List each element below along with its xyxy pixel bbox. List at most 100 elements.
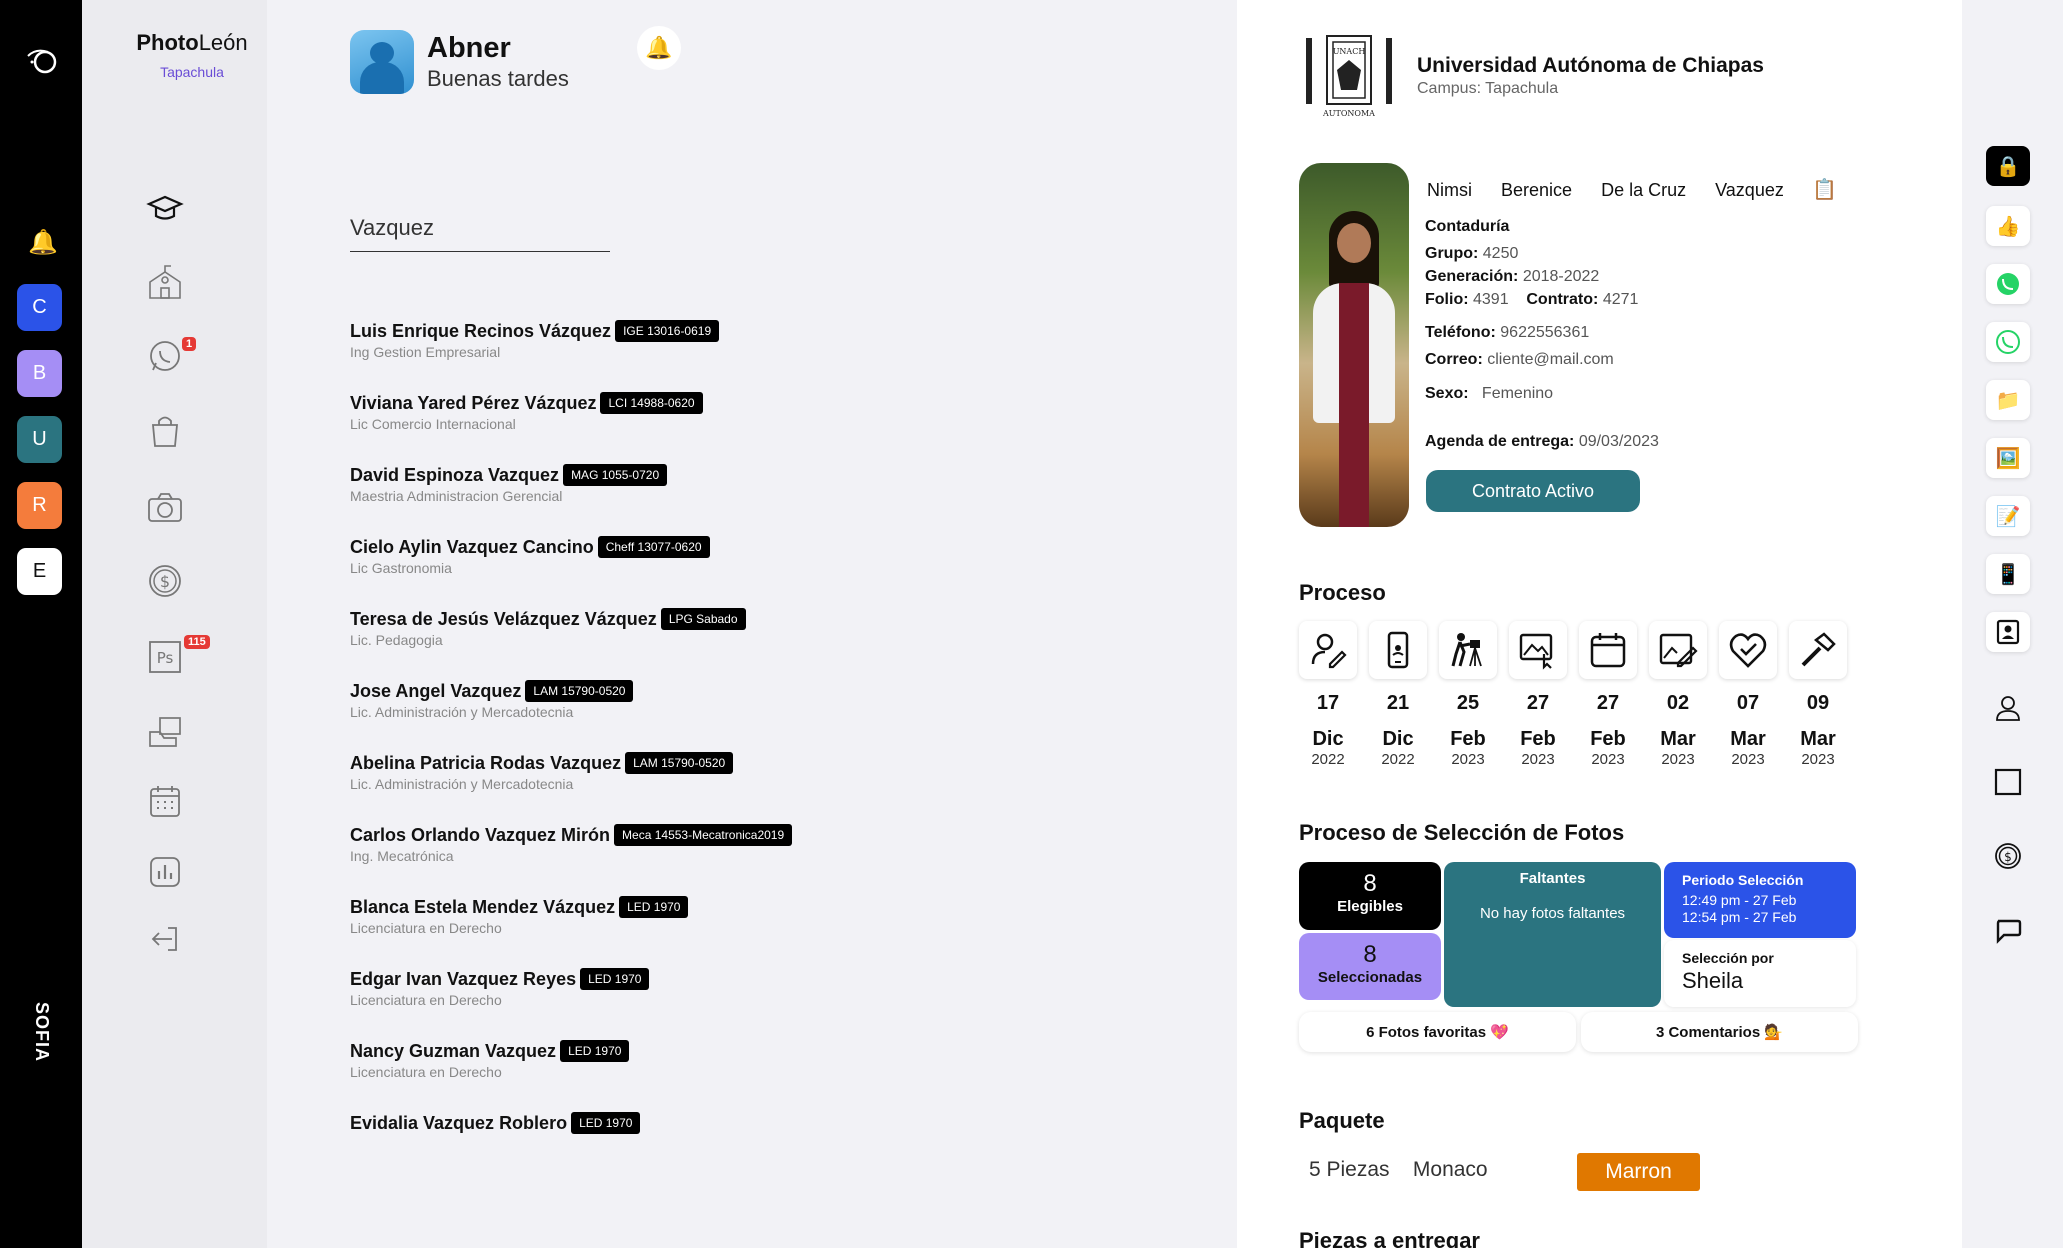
whatsapp-icon[interactable]: 1 <box>142 333 197 379</box>
photo-delivery-icon[interactable] <box>142 708 188 754</box>
workspace-e-button[interactable]: E <box>17 548 62 595</box>
shopping-bag-icon[interactable] <box>142 408 188 454</box>
step-year: 2023 <box>1521 751 1555 768</box>
step-year: 2023 <box>1591 751 1625 768</box>
result-item[interactable]: Viviana Yared Pérez Vázquez LCI 14988-062… <box>350 392 1050 464</box>
reports-chart-icon[interactable] <box>142 849 188 895</box>
student-name: Evidalia Vazquez Roblero <box>350 1113 568 1133</box>
main-nav: PhotoLeón Tapachula 1 $ Ps 115 <box>82 0 267 1248</box>
graduation-cap-icon[interactable] <box>142 186 188 232</box>
last-name-2: Vazquez <box>1715 180 1784 200</box>
email-label: Correo: <box>1425 351 1483 368</box>
eligible-label: Elegibles <box>1337 898 1403 915</box>
step-day: 17 <box>1316 692 1340 714</box>
chat-bubble-icon[interactable] <box>1986 910 2030 950</box>
result-item[interactable]: Teresa de Jesús Velázquez Vázquez LPG Sab… <box>350 608 1050 680</box>
workspace-r-button[interactable]: R <box>17 482 62 529</box>
process-step[interactable]: 21 Dic 2022 <box>1369 621 1427 768</box>
process-step[interactable]: 07 Mar 2023 <box>1719 621 1777 768</box>
package-color-button[interactable]: Marron <box>1577 1153 1700 1191</box>
app-logo-icon[interactable] <box>26 46 60 74</box>
student-full-name: Nimsi Berenice De la Cruz Vazquez <box>1427 180 1808 201</box>
result-item[interactable]: Nancy Guzman Vazquez LED 1970 Licenciatur… <box>350 1040 1050 1112</box>
student-program: Lic. Administración y Mercadotecnia <box>350 776 574 792</box>
selection-period-card: Periodo Selección 12:49 pm - 27 Feb 12:5… <box>1664 862 1856 938</box>
branch-name: Tapachula <box>160 64 224 80</box>
student-name: Abelina Patricia Rodas Vazquez <box>350 753 622 773</box>
step-month: Dic <box>1312 728 1344 750</box>
group-tag: LAM 15790-0520 <box>525 680 634 702</box>
result-item[interactable]: Blanca Estela Mendez Vázquez LED 1970 Lic… <box>350 896 1050 968</box>
selected-by-name: Sheila <box>1682 968 1744 993</box>
logout-icon[interactable] <box>142 916 188 962</box>
camera-icon[interactable] <box>142 484 188 530</box>
whatsapp-filled-icon[interactable] <box>1986 264 2030 304</box>
step-year: 2023 <box>1801 751 1835 768</box>
process-step[interactable]: 17 Dic 2022 <box>1299 621 1357 768</box>
group-tag: LED 1970 <box>560 1040 630 1062</box>
favorites-pill[interactable]: 6 Fotos favoritas 💖 <box>1299 1012 1576 1052</box>
step-month: Feb <box>1590 728 1626 750</box>
mobile-icon[interactable]: 📱 <box>1986 554 2030 594</box>
photo-selection-title: Proceso de Selección de Fotos <box>1299 820 1625 845</box>
folder-icon[interactable]: 📁 <box>1986 380 2030 420</box>
student-photo[interactable] <box>1299 163 1409 527</box>
result-item[interactable]: Carlos Orlando Vazquez Mirón Meca 14553-M… <box>350 824 1050 896</box>
workspace-c-button[interactable]: C <box>17 284 62 331</box>
payment-icon[interactable]: $ <box>1986 836 2030 876</box>
result-item[interactable]: Abelina Patricia Rodas Vazquez LAM 15790-… <box>350 752 1050 824</box>
contract-label: Contrato: <box>1526 291 1599 308</box>
group-tag: LAM 15790-0520 <box>625 752 734 774</box>
workspace-letter: R <box>32 494 47 516</box>
generation-value: 2018-2022 <box>1522 268 1600 285</box>
contact-card-icon[interactable] <box>1986 612 2030 652</box>
whatsapp-outline-icon[interactable] <box>1986 322 2030 362</box>
selected-card[interactable]: 8 Seleccionadas <box>1299 933 1441 1000</box>
process-step[interactable]: 02 Mar 2023 <box>1649 621 1707 768</box>
result-item[interactable]: Evidalia Vazquez Roblero LED 1970 <box>350 1112 1050 1142</box>
process-step[interactable]: 27 Feb 2023 <box>1509 621 1567 768</box>
user-name: Abner <box>427 32 511 64</box>
image-select-icon <box>1519 633 1553 670</box>
square-icon[interactable] <box>1986 762 2030 802</box>
sex-row: Sexo: Femenino <box>1425 385 1553 403</box>
package-info: 5 Piezas Monaco <box>1309 1158 1488 1182</box>
search-results: Luis Enrique Recinos Vázquez IGE 13016-06… <box>350 320 1050 1142</box>
result-item[interactable]: David Espinoza Vazquez MAG 1055-0720 Maes… <box>350 464 1050 536</box>
calendar-icon[interactable] <box>142 778 188 824</box>
eligible-card[interactable]: 8 Elegibles <box>1299 862 1441 930</box>
comments-pill[interactable]: 3 Comentarios 💁 <box>1581 1012 1858 1052</box>
school-icon[interactable] <box>142 260 188 306</box>
process-step[interactable]: 25 Feb 2023 <box>1439 621 1497 768</box>
notifications-bell-icon[interactable]: 🔔 <box>28 228 58 257</box>
bell-icon: 🔔 <box>645 35 673 60</box>
workspace-b-button[interactable]: B <box>17 350 62 397</box>
user-profile-icon[interactable] <box>1986 688 2030 728</box>
money-icon[interactable]: $ <box>142 558 188 604</box>
result-item[interactable]: Jose Angel Vazquez LAM 15790-0520 Lic. Ad… <box>350 680 1050 752</box>
contract-status-button[interactable]: Contrato Activo <box>1426 470 1640 512</box>
result-item[interactable]: Luis Enrique Recinos Vázquez IGE 13016-06… <box>350 320 1050 392</box>
result-item[interactable]: Edgar Ivan Vazquez Reyes LED 1970 Licenci… <box>350 968 1050 1040</box>
photoshop-icon[interactable]: Ps 115 <box>142 633 210 679</box>
missing-card[interactable]: Faltantes No hay fotos faltantes <box>1444 862 1661 1007</box>
notification-button[interactable]: 🔔 <box>637 26 681 70</box>
period-end: 12:54 pm - 27 Feb <box>1682 909 1797 925</box>
document-edit-icon[interactable]: 📝 <box>1986 496 2030 536</box>
picture-icon[interactable]: 🖼️ <box>1986 438 2030 478</box>
clipboard-icon[interactable]: 📋 <box>1812 177 1837 202</box>
sex-value: Femenino <box>1481 385 1554 402</box>
result-item[interactable]: Cielo Aylin Vazquez Cancino Cheff 13077-0… <box>350 536 1050 608</box>
step-year: 2022 <box>1381 751 1415 768</box>
folio-row: Folio: 4391 Contrato: 4271 <box>1425 291 1638 309</box>
thumbs-up-icon[interactable]: 👍 <box>1986 206 2030 246</box>
user-avatar[interactable] <box>350 30 414 94</box>
process-step[interactable]: 09 Mar 2023 <box>1789 621 1847 768</box>
step-month: Mar <box>1730 728 1766 750</box>
workspace-u-button[interactable]: U <box>17 416 62 463</box>
process-step[interactable]: 27 Feb 2023 <box>1579 621 1637 768</box>
student-search-input[interactable] <box>350 215 610 252</box>
delivery-date-row: Agenda de entrega: 09/03/2023 <box>1425 433 1659 451</box>
lock-icon[interactable]: 🔒 <box>1986 146 2030 186</box>
sex-label: Sexo: <box>1425 385 1469 402</box>
